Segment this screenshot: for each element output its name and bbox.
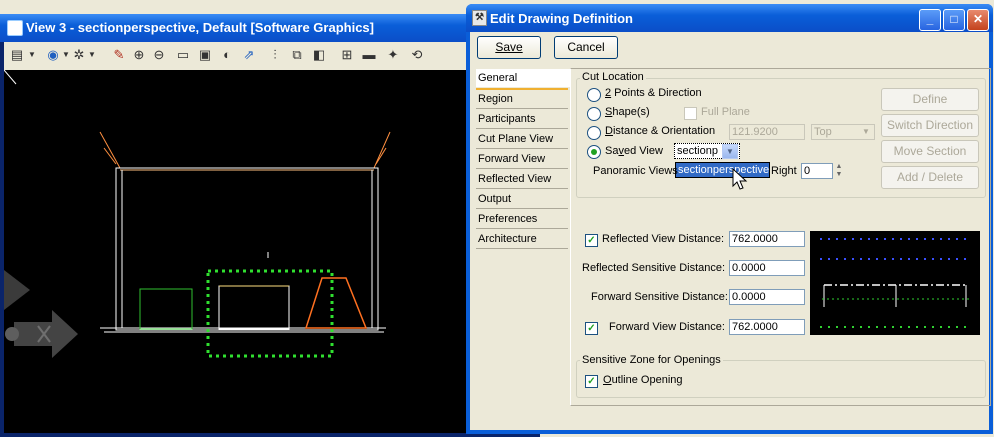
previous-view-icon[interactable]: ◧ — [310, 46, 328, 64]
view-canvas[interactable] — [4, 70, 536, 433]
forward-view-distance-checkbox[interactable]: ✓ — [585, 322, 598, 335]
save-button[interactable]: Save — [477, 36, 541, 59]
view-toolbar: ▤ ▼ ◉ ▼ ✲ ▼ ✎ ⊕ ⊖ ▭ ▣ ◐ ⇗ ⫶ ⧉ ◧ ⊞ ▬ ✦ ⟲ — [4, 42, 536, 71]
distance-preview — [810, 231, 980, 335]
radio-saved-view[interactable] — [587, 145, 601, 159]
tab-preferences[interactable]: Preferences — [476, 210, 570, 228]
forward-sensitive-distance-field[interactable]: 0.0000 — [729, 289, 805, 305]
saved-view-select[interactable]: sectionp ▼ — [674, 143, 740, 159]
dialog-title: Edit Drawing Definition — [490, 11, 633, 26]
close-icon[interactable]: ✕ — [967, 9, 989, 31]
radio-shapes-label: Shape(s) — [605, 106, 650, 118]
tab-reflected-view[interactable]: Reflected View — [476, 170, 570, 188]
radio-2-points-label: 2 Points & Direction — [605, 87, 702, 99]
switch-direction-button[interactable]: Switch Direction — [881, 114, 979, 137]
panoramic-views-label: Panoramic Views — [593, 165, 678, 177]
sensitive-zone-label: Sensitive Zone for Openings — [580, 354, 723, 366]
full-plane-label: Full Plane — [701, 106, 750, 118]
tab-region[interactable]: Region — [476, 90, 570, 108]
cut-location-label: Cut Location — [580, 71, 646, 83]
reflected-view-distance-label: Reflected View Distance: — [602, 233, 725, 245]
view-attributes-icon[interactable]: ▤ — [8, 46, 26, 64]
move-section-button[interactable]: Move Section — [881, 140, 979, 163]
radio-saved-view-label: Saved View — [605, 145, 663, 157]
fit-view-icon[interactable]: ▣ — [196, 46, 214, 64]
tab-cut-plane-view[interactable]: Cut Plane View — [476, 130, 570, 148]
distance-field[interactable]: 121.9200 — [729, 124, 805, 140]
cancel-button[interactable]: Cancel — [554, 36, 618, 59]
window-area-icon[interactable]: ▭ — [174, 46, 192, 64]
mouse-pointer-icon — [732, 168, 748, 190]
right-label: Right — [771, 165, 797, 177]
outline-opening-label: Outline Opening — [603, 374, 683, 386]
rotate-view-icon[interactable]: ◐ — [218, 46, 236, 64]
minimize-icon[interactable]: _ — [919, 9, 941, 31]
tab-divider — [476, 148, 568, 149]
forward-view-distance-label: Forward View Distance: — [609, 321, 725, 333]
tab-divider — [476, 108, 568, 109]
radio-shapes[interactable] — [587, 107, 601, 121]
dialog-titlebar[interactable]: ⚒ Edit Drawing Definition _ □ ✕ — [466, 4, 993, 32]
tab-divider — [476, 188, 568, 189]
view-titlebar[interactable]: View 3 - sectionperspective, Default [So… — [0, 14, 540, 42]
orientation-select[interactable]: Top ▼ — [811, 124, 875, 140]
tab-divider — [476, 208, 568, 209]
tab-forward-view[interactable]: Forward View — [476, 150, 570, 168]
update-view-icon[interactable]: ✎ — [110, 46, 128, 64]
view-toggle-icon[interactable]: ⟲ — [408, 46, 426, 64]
full-plane-checkbox[interactable] — [684, 107, 697, 120]
tab-divider — [476, 168, 568, 169]
radio-2-points[interactable] — [587, 88, 601, 102]
dropdown-arrow-icon[interactable]: ▼ — [88, 46, 96, 64]
tab-general[interactable]: General — [476, 69, 570, 87]
chevron-down-icon: ▼ — [862, 127, 870, 136]
reflected-view-distance-field[interactable]: 762.0000 — [729, 231, 805, 247]
clip-volume-icon[interactable]: ⊞ — [338, 46, 356, 64]
outline-opening-checkbox[interactable]: ✓ — [585, 375, 598, 388]
view-settings-icon[interactable]: ✲ — [70, 46, 88, 64]
zoom-in-icon[interactable]: ⊕ — [130, 46, 148, 64]
zoom-out-icon[interactable]: ⊖ — [150, 46, 168, 64]
reflected-sensitive-distance-label: Reflected Sensitive Distance: — [582, 262, 726, 274]
camera-icon[interactable]: ✦ — [384, 46, 402, 64]
clip-mask-icon[interactable]: ▬ — [360, 46, 378, 64]
view-title: View 3 - sectionperspective, Default [So… — [26, 20, 374, 35]
saved-view-dropdown-item[interactable]: sectionperspective — [675, 162, 770, 178]
dialog-app-icon: ⚒ — [472, 10, 487, 26]
section-drawing — [4, 70, 391, 358]
view-display-mode-icon[interactable]: ◉ — [44, 46, 62, 64]
pan-view-icon[interactable]: ⇗ — [240, 46, 258, 64]
reflected-view-distance-checkbox[interactable]: ✓ — [585, 234, 598, 247]
tab-architecture[interactable]: Architecture — [476, 230, 570, 248]
chevron-down-icon[interactable]: ▼ — [722, 144, 738, 159]
forward-view-distance-field[interactable]: 762.0000 — [729, 319, 805, 335]
walk-icon[interactable]: ⫶ — [266, 46, 284, 64]
radio-distance-orientation-label: Distance & Orientation — [605, 125, 716, 137]
tab-divider — [476, 128, 568, 129]
reflected-sensitive-distance-field[interactable]: 0.0000 — [729, 260, 805, 276]
tab-participants[interactable]: Participants — [476, 110, 570, 128]
maximize-icon[interactable]: □ — [943, 9, 965, 31]
radio-distance-orientation[interactable] — [587, 126, 601, 140]
copy-view-icon[interactable]: ⧉ — [288, 46, 306, 64]
dropdown-arrow-icon[interactable]: ▼ — [62, 46, 70, 64]
add-delete-button[interactable]: Add / Delete — [881, 166, 979, 189]
right-value-field[interactable]: 0 — [801, 163, 833, 179]
define-button[interactable]: Define — [881, 88, 979, 111]
forward-sensitive-distance-label: Forward Sensitive Distance: — [591, 291, 728, 303]
view-window-icon — [7, 20, 23, 36]
tab-divider — [476, 248, 568, 249]
tab-output[interactable]: Output — [476, 190, 570, 208]
tab-divider — [476, 228, 568, 229]
dropdown-arrow-icon[interactable]: ▼ — [28, 46, 36, 64]
spin-arrows-icon[interactable]: ▲ ▼ — [833, 163, 845, 179]
